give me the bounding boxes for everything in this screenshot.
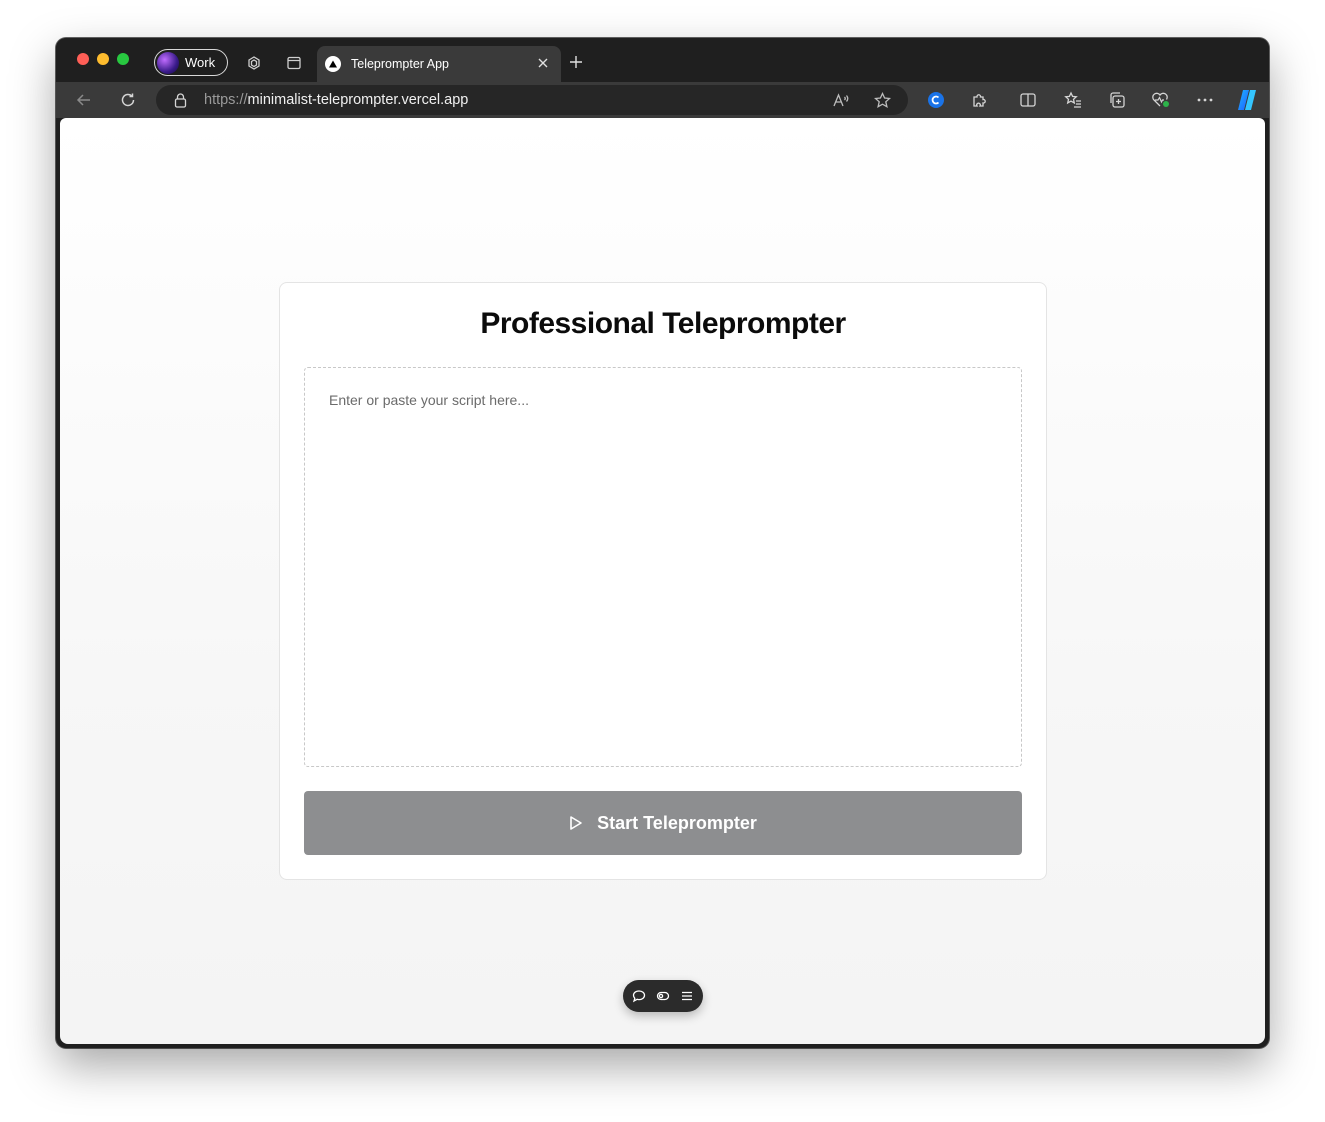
avatar <box>157 51 179 74</box>
maximize-window-button[interactable] <box>117 53 129 65</box>
extensions-puzzle-icon[interactable] <box>969 89 991 111</box>
tab-teleprompter[interactable]: Teleprompter App <box>317 46 561 82</box>
visibility-toggle-icon[interactable] <box>655 988 671 1004</box>
start-teleprompter-button[interactable]: Start Teleprompter <box>304 791 1022 855</box>
address-bar[interactable]: https://minimalist-teleprompter.vercel.a… <box>156 85 908 115</box>
copilot-icon[interactable] <box>1234 87 1260 113</box>
minimize-window-button[interactable] <box>97 53 109 65</box>
browser-essentials-icon[interactable] <box>1150 89 1172 111</box>
browser-window: Work Teleprompter App https:// minimalis… <box>56 38 1269 1048</box>
profile-button[interactable]: Work <box>154 49 228 76</box>
page-viewport: Professional Teleprompter Start Teleprom… <box>60 118 1265 1044</box>
refresh-icon[interactable] <box>117 89 139 111</box>
browser-toolbar: https://minimalist-teleprompter.vercel.a… <box>56 82 1269 118</box>
split-screen-icon[interactable] <box>1017 89 1039 111</box>
favorite-star-icon[interactable] <box>873 91 891 109</box>
new-tab-icon[interactable] <box>566 52 586 72</box>
vercel-favicon-icon <box>325 56 341 72</box>
more-options-icon[interactable] <box>1194 89 1216 111</box>
play-icon <box>569 815 583 831</box>
lock-icon <box>172 92 188 108</box>
extension-blue-icon[interactable] <box>925 89 947 111</box>
url-protocol: https:// <box>204 92 248 108</box>
tab-title: Teleprompter App <box>351 57 449 71</box>
start-button-label: Start Teleprompter <box>597 812 757 833</box>
tab-close-icon[interactable] <box>535 55 551 71</box>
collections-icon[interactable] <box>1106 89 1128 111</box>
favorites-list-icon[interactable] <box>1062 89 1084 111</box>
comment-icon[interactable] <box>631 988 647 1004</box>
workspaces-icon[interactable] <box>245 54 263 72</box>
page-title: Professional Teleprompter <box>480 307 846 340</box>
back-arrow-icon[interactable] <box>73 89 95 111</box>
read-aloud-icon[interactable] <box>832 91 850 109</box>
tab-actions-icon[interactable] <box>285 54 303 72</box>
menu-icon[interactable] <box>679 988 695 1004</box>
script-textarea[interactable] <box>304 367 1022 767</box>
url-host: minimalist-teleprompter.vercel.app <box>247 92 469 108</box>
teleprompter-card: Professional Teleprompter Start Teleprom… <box>279 282 1047 880</box>
floating-toolbar <box>623 980 703 1012</box>
profile-label: Work <box>185 55 216 70</box>
tab-strip: Work Teleprompter App <box>56 38 1269 82</box>
close-window-button[interactable] <box>77 53 89 65</box>
